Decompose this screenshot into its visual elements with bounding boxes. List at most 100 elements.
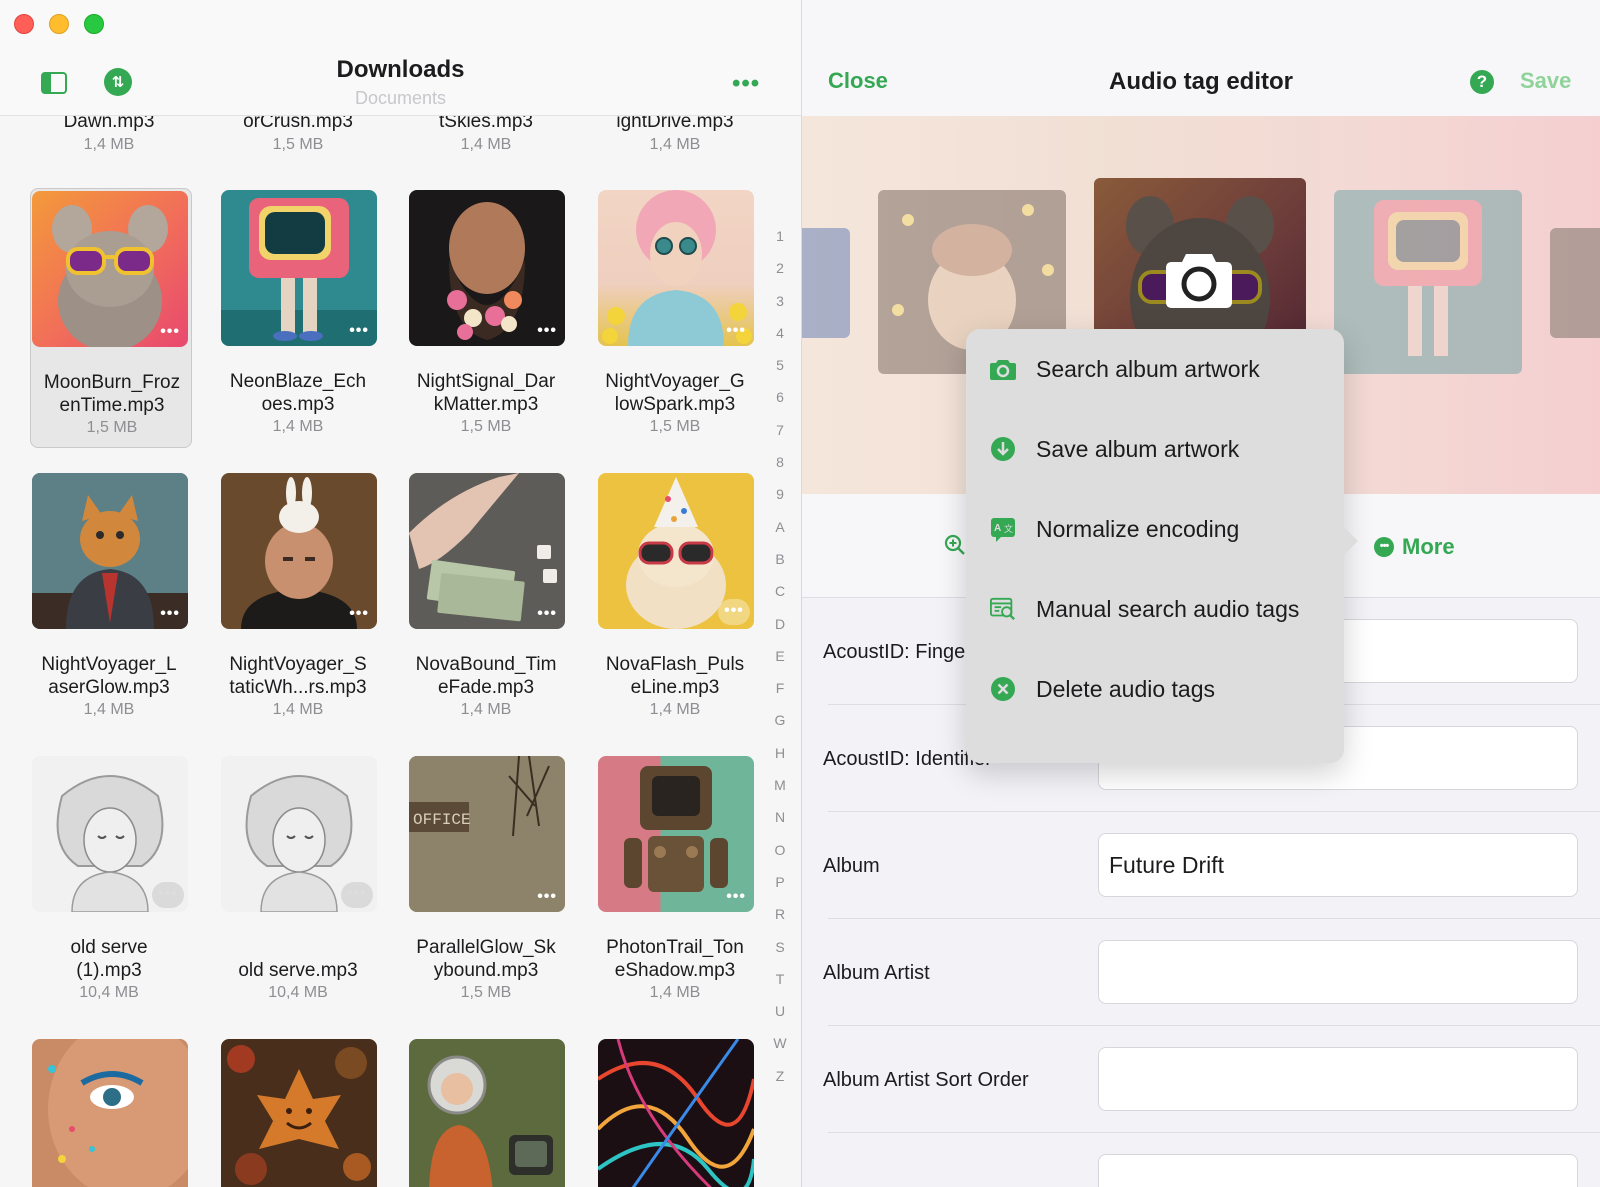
index-letter[interactable]: H	[768, 737, 792, 769]
index-letter[interactable]: 5	[768, 349, 792, 381]
album-artist-sort-input[interactable]	[1098, 1047, 1578, 1111]
sort-arrows-icon[interactable]: ⇅	[104, 68, 132, 96]
window-minimize-button[interactable]	[49, 14, 69, 34]
file-item[interactable]: ••• old serve.mp3 10,4 MB	[217, 754, 379, 1014]
zoom-in-icon[interactable]	[944, 534, 966, 556]
field-row: Album	[802, 812, 1600, 919]
file-name: (1).mp3	[76, 960, 142, 981]
file-item[interactable]: ••• old serve (1).mp3 10,4 MB	[28, 754, 190, 1014]
index-letter[interactable]: T	[768, 963, 792, 995]
artwork-card[interactable]	[802, 228, 850, 338]
field-input[interactable]	[1098, 1154, 1578, 1187]
file-item[interactable]: ••• NightVoyager_L aserGlow.mp3 1,4 MB	[28, 471, 190, 731]
index-letter[interactable]: 4	[768, 317, 792, 349]
index-letter[interactable]: 6	[768, 381, 792, 413]
item-options-icon[interactable]: •••	[726, 322, 746, 340]
file-item[interactable]: ••• NovaFlash_Puls eLine.mp3 1,4 MB	[594, 471, 756, 731]
file-size: 1,4 MB	[83, 701, 135, 718]
camera-icon[interactable]	[1166, 250, 1232, 308]
index-letter[interactable]: F	[768, 672, 792, 704]
window-close-button[interactable]	[14, 14, 34, 34]
index-letter[interactable]: U	[768, 995, 792, 1027]
index-letter[interactable]: 9	[768, 478, 792, 510]
artwork-card[interactable]	[1334, 190, 1522, 374]
item-options-icon[interactable]: •••	[349, 605, 369, 623]
save-button[interactable]: Save	[1520, 68, 1571, 94]
item-options-icon[interactable]: •••	[537, 322, 557, 340]
menu-item-normalize-encoding[interactable]: A文 Normalize encoding	[966, 489, 1344, 569]
album-thumbnail: OFFICE •••	[409, 756, 565, 912]
index-letter[interactable]: 3	[768, 285, 792, 317]
sidebar-toggle-icon[interactable]	[40, 70, 68, 96]
close-button[interactable]: Close	[828, 68, 888, 94]
index-letter[interactable]: D	[768, 608, 792, 640]
file-name: eShadow.mp3	[614, 960, 736, 981]
file-item[interactable]	[217, 1037, 379, 1187]
file-item[interactable]: ••• NovaBound_Tim eFade.mp3 1,4 MB	[405, 471, 567, 731]
item-options-icon[interactable]: •••	[152, 882, 184, 908]
item-options-icon[interactable]: •••	[341, 882, 373, 908]
item-options-icon[interactable]: •••	[718, 599, 750, 625]
menu-item-save-artwork[interactable]: Save album artwork	[966, 409, 1344, 489]
item-options-icon[interactable]: •••	[537, 605, 557, 623]
alphabet-index[interactable]: 1 2 3 4 5 6 7 8 9 A B C D E F G H M N O …	[768, 220, 792, 1092]
menu-item-manual-search[interactable]: Manual search audio tags	[966, 569, 1344, 649]
index-letter[interactable]: S	[768, 931, 792, 963]
index-letter[interactable]: R	[768, 898, 792, 930]
index-letter[interactable]: M	[768, 769, 792, 801]
index-letter[interactable]: W	[768, 1027, 792, 1059]
field-row	[802, 1133, 1600, 1187]
album-input[interactable]	[1098, 833, 1578, 897]
file-size: 1,4 MB	[649, 984, 701, 1001]
file-item[interactable]	[28, 1037, 190, 1187]
file-name: NightVoyager_L	[41, 654, 177, 675]
artwork-card[interactable]	[1550, 228, 1600, 338]
browser-toolbar: ⇅ Downloads Documents •••	[0, 0, 801, 116]
item-options-icon[interactable]: •••	[160, 323, 180, 341]
file-item[interactable]: ••• PhotonTrail_Ton eShadow.mp3 1,4 MB	[594, 754, 756, 1014]
camera-icon	[990, 356, 1016, 382]
file-name: NightVoyager_S	[229, 654, 367, 675]
field-label: Album Artist	[823, 962, 930, 984]
index-letter[interactable]: E	[768, 640, 792, 672]
index-letter[interactable]: 2	[768, 252, 792, 284]
file-item[interactable]	[594, 1037, 756, 1187]
help-icon[interactable]: ?	[1470, 70, 1494, 94]
file-name: eLine.mp3	[630, 677, 720, 698]
file-item[interactable]: ••• NightVoyager_G lowSpark.mp3 1,5 MB	[594, 188, 756, 448]
album-thumbnail	[221, 1039, 377, 1187]
index-letter[interactable]: A	[768, 511, 792, 543]
file-item[interactable]: ••• NightSignal_Dar kMatter.mp3 1,5 MB	[405, 188, 567, 448]
more-options-icon[interactable]: •••	[732, 70, 760, 98]
menu-item-delete-tags[interactable]: Delete audio tags	[966, 649, 1344, 729]
more-button[interactable]: ••• More	[1374, 534, 1455, 560]
file-size: 1,5 MB	[460, 984, 512, 1001]
file-name: enTime.mp3	[59, 395, 165, 416]
index-letter[interactable]: P	[768, 866, 792, 898]
item-options-icon[interactable]: •••	[537, 888, 557, 906]
file-item[interactable]: ••• NightVoyager_S taticWh...rs.mp3 1,4 …	[217, 471, 379, 731]
index-letter[interactable]: Z	[768, 1060, 792, 1092]
index-letter[interactable]: 7	[768, 414, 792, 446]
index-letter[interactable]: N	[768, 801, 792, 833]
album-artist-input[interactable]	[1098, 940, 1578, 1004]
file-item[interactable]: OFFICE ••• ParallelGlow_Sk ybound.mp3 1,…	[405, 754, 567, 1014]
menu-item-search-artwork[interactable]: Search album artwork	[966, 329, 1344, 409]
item-options-icon[interactable]: •••	[160, 605, 180, 623]
file-size: 1,4 MB	[649, 136, 701, 153]
svg-text:A: A	[994, 523, 1001, 534]
window-zoom-button[interactable]	[84, 14, 104, 34]
album-thumbnail: •••	[32, 756, 188, 912]
file-item[interactable]	[405, 1037, 567, 1187]
index-letter[interactable]: O	[768, 834, 792, 866]
index-letter[interactable]: 1	[768, 220, 792, 252]
index-letter[interactable]: 8	[768, 446, 792, 478]
item-options-icon[interactable]: •••	[726, 888, 746, 906]
index-letter[interactable]: B	[768, 543, 792, 575]
field-row: Album Artist Sort Order	[802, 1026, 1600, 1133]
file-item[interactable]: ••• MoonBurn_Froz enTime.mp3 1,5 MB	[30, 188, 192, 448]
index-letter[interactable]: G	[768, 704, 792, 736]
file-item[interactable]: ••• NeonBlaze_Ech oes.mp3 1,4 MB	[217, 188, 379, 448]
index-letter[interactable]: C	[768, 575, 792, 607]
item-options-icon[interactable]: •••	[349, 322, 369, 340]
